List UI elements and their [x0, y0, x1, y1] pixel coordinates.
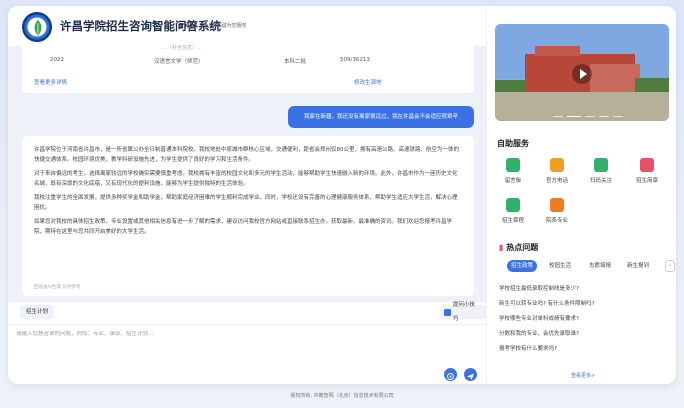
campus-banner[interactable] — [495, 24, 669, 121]
service-departments[interactable]: 院系专业 — [537, 198, 577, 224]
bot-message-card: 许昌学院位于河南省许昌市，是一所省属公办全日制普通本科院校。我校地处中原城市群核… — [22, 136, 474, 296]
more-details-link[interactable]: 查看更多详情 — [34, 78, 67, 86]
brand-name: 智问小E — [179, 23, 198, 29]
bot-paragraph: 对于来自偏远的考生，选择离家较远的学校确实需要慎重考虑。我校拥有丰富的校园文化和… — [34, 171, 458, 187]
chat-area[interactable]: …（补全信息）… 2022 汉语言文学（师范） 本科二批 509/36213 查… — [8, 45, 486, 302]
bot-paragraph: 如果您对我校的具体招生政策、专业设置或其他相关信息有进一步了解的需求，建议访问我… — [34, 219, 453, 235]
table-cell-level: 本科二批 — [284, 59, 307, 65]
service-phone[interactable]: 官方电话 — [537, 158, 577, 184]
voice-input-icon[interactable] — [444, 368, 457, 381]
brochure-icon — [640, 158, 654, 172]
bot-paragraph: 许昌学院位于河南省许昌市，是一所省属公办全日制普通本科院校。我校地处中原城市群核… — [34, 147, 460, 163]
tab-campus-life[interactable]: 校园生活 — [545, 260, 575, 272]
hot-question[interactable]: 新生可以转专业吗? 有什么条件限制吗? — [499, 299, 595, 307]
carousel-dots[interactable] — [553, 115, 623, 117]
tips-label: 提问小技巧 — [452, 302, 475, 322]
table-cell-year: 2022 — [50, 57, 64, 63]
hot-questions-title: ▮ 热点问题 — [499, 243, 539, 252]
hot-question[interactable]: 分数和我的专业，会优先录取谁? — [499, 329, 579, 337]
table-cell-score: 509/36213 — [340, 57, 370, 63]
services-title: 自助服务 — [497, 139, 529, 148]
message-board-icon — [506, 158, 520, 172]
more-questions-link[interactable]: 查看更多> — [571, 372, 595, 379]
charter-icon — [506, 198, 520, 212]
hot-question[interactable]: 学校招生最低录取控制线是多少? — [499, 284, 579, 292]
service-brochure[interactable]: 招生简章 — [627, 158, 667, 184]
bot-paragraph: 我校注重学生的全面发展，提供多种奖学金和助学金，帮助家庭经济困难的学生顺利完成学… — [34, 195, 458, 211]
user-message-bubble: 我家在新疆，我还没有离家很远过，我在许昌会不会适应很艰辛 — [288, 106, 474, 128]
service-message-board[interactable]: 留言板 — [493, 158, 533, 184]
phone-icon — [550, 158, 564, 172]
edit-origin-link[interactable]: 修改生源地 — [354, 78, 382, 86]
tab-application[interactable]: 志愿填报 — [585, 260, 615, 272]
admission-plan-tag[interactable]: 招生计划 — [20, 305, 55, 319]
tabs-next-icon[interactable]: › — [665, 260, 675, 272]
footer-copyright: 版权所有: 中教智网（北京）信息技术有限公司 — [290, 393, 394, 399]
tips-icon — [444, 308, 451, 316]
hot-question[interactable]: 学校哪些专业对单科成绩有要求? — [499, 314, 579, 322]
brand-slogan: 智问小E 24小时竭诚为您服务 — [179, 22, 247, 29]
departments-icon — [550, 198, 564, 212]
right-panel: 自助服务 留言板 官方电话 扫码关注 招生简章 招生章程 院系专业 ▮ 热点问题 — [486, 6, 676, 384]
send-icon[interactable] — [464, 368, 477, 381]
slogan: 24小时竭诚为您服务 — [200, 23, 247, 29]
table-cell-major: 汉语言文学（师范） — [154, 59, 204, 65]
school-logo — [22, 12, 52, 42]
service-charter[interactable]: 招生章程 — [493, 198, 533, 224]
tab-freshman[interactable]: 新生报到 — [623, 260, 653, 272]
ai-generated-note: 回答由AI生成 仅供参考 — [34, 285, 81, 290]
tools-bar: 招生计划 提问小技巧 — [8, 302, 486, 322]
header: 许昌学院招生咨询智能问答系统 智问小E 24小时竭诚为您服务 — [8, 6, 486, 46]
table-cutoff-text: …（补全信息）… — [162, 45, 203, 51]
play-icon[interactable] — [572, 64, 592, 84]
tab-admission-policy[interactable]: 招生政策 — [507, 260, 538, 272]
fire-icon: ▮ — [499, 243, 504, 252]
hot-question[interactable]: 报考学校有什么要求吗? — [499, 344, 557, 352]
score-table-card: …（补全信息）… 2022 汉语言文学（师范） 本科二批 509/36213 查… — [22, 45, 474, 93]
qr-code-icon — [594, 158, 608, 172]
input-area — [8, 324, 486, 384]
hot-tabs: 招生政策 校园生活 志愿填报 新生报到 › — [495, 260, 675, 274]
question-input[interactable] — [16, 331, 316, 337]
main-card: 许昌学院招生咨询智能问答系统 智问小E 24小时竭诚为您服务 …（补全信息）… 2… — [8, 6, 676, 384]
question-tips-button[interactable]: 提问小技巧 — [440, 302, 486, 322]
service-qr[interactable]: 扫码关注 — [581, 158, 621, 184]
